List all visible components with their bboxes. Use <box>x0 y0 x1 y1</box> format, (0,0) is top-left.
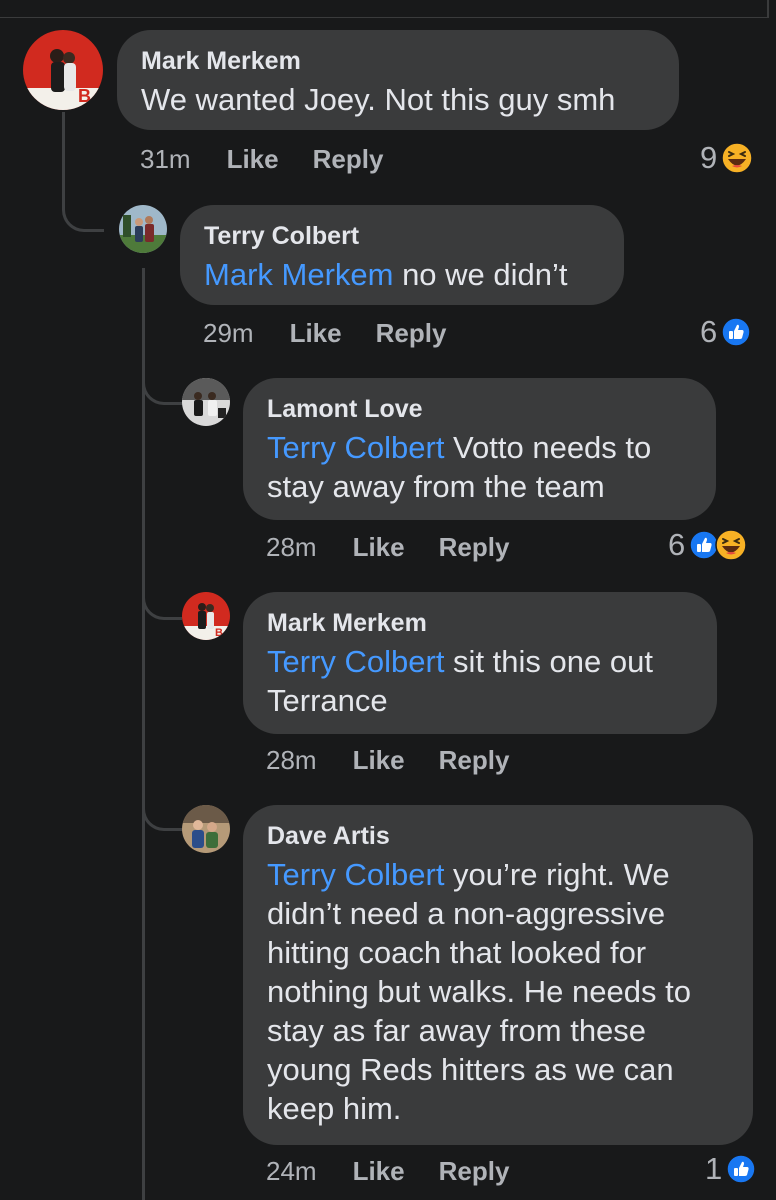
mention-link[interactable]: Terry Colbert <box>267 644 444 679</box>
svg-text:B: B <box>215 627 223 639</box>
comment-bubble: Terry Colbert Mark Merkem no we didn’t <box>180 205 624 305</box>
comment-actions: 24m Like Reply <box>266 1155 543 1187</box>
haha-icon <box>721 142 753 174</box>
comment-bubble: Lamont Love Terry Colbert Votto needs to… <box>243 378 716 520</box>
thread-connector <box>142 575 182 620</box>
comment-author[interactable]: Dave Artis <box>267 821 729 851</box>
reaction-summary[interactable]: 6 <box>700 314 751 349</box>
comment-bubble: Mark Merkem We wanted Joey. Not this guy… <box>117 30 679 130</box>
comment-text: Terry Colbert Votto needs to stay away f… <box>267 430 652 504</box>
avatar[interactable]: B <box>23 30 103 110</box>
comment-text: Terry Colbert you’re right. We didn’t ne… <box>267 857 691 1126</box>
reaction-summary[interactable]: 6 <box>668 527 747 562</box>
mention-link[interactable]: Mark Merkem <box>204 257 393 292</box>
like-button[interactable]: Like <box>290 318 342 349</box>
comment-actions: 31m Like Reply <box>140 143 417 175</box>
comment-actions: 28m Like Reply <box>266 744 543 776</box>
comment-author[interactable]: Lamont Love <box>267 394 692 424</box>
svg-text:B: B <box>78 86 91 106</box>
like-button[interactable]: Like <box>353 745 405 776</box>
thread-connector <box>142 786 182 831</box>
comment-timestamp[interactable]: 29m <box>203 318 254 349</box>
reply-button[interactable]: Reply <box>439 745 510 776</box>
comment-author[interactable]: Terry Colbert <box>204 221 600 251</box>
avatar[interactable]: B <box>182 592 230 640</box>
haha-icon <box>715 529 747 561</box>
reaction-count: 6 <box>700 314 718 349</box>
comment-bubble: Mark Merkem Terry Colbert sit this one o… <box>243 592 717 734</box>
reply-button[interactable]: Reply <box>313 144 384 175</box>
reaction-count: 6 <box>668 527 686 562</box>
comment-actions: 28m Like Reply <box>266 531 543 563</box>
avatar[interactable] <box>182 805 230 853</box>
reaction-count: 1 <box>705 1151 723 1186</box>
like-button[interactable]: Like <box>353 532 405 563</box>
comment-text: Mark Merkem no we didn’t <box>204 257 568 292</box>
divider <box>767 0 769 18</box>
comment-bubble: Dave Artis Terry Colbert you’re right. W… <box>243 805 753 1145</box>
comment-timestamp[interactable]: 24m <box>266 1156 317 1187</box>
comment-timestamp[interactable]: 28m <box>266 532 317 563</box>
like-button[interactable]: Like <box>227 144 279 175</box>
reaction-count: 9 <box>700 140 718 175</box>
avatar[interactable] <box>119 205 167 253</box>
comment-text: We wanted Joey. Not this guy smh <box>141 82 616 117</box>
reply-button[interactable]: Reply <box>439 1156 510 1187</box>
reaction-summary[interactable]: 1 <box>705 1151 756 1186</box>
comment-text: Terry Colbert sit this one out Terrance <box>267 644 653 718</box>
thread-connector <box>142 360 182 405</box>
thread-connector <box>62 185 104 232</box>
like-icon <box>726 1154 756 1184</box>
comment-author[interactable]: Mark Merkem <box>267 608 693 638</box>
avatar[interactable] <box>182 378 230 426</box>
comment-thread: B Mark Merkem We wanted Joey. Not this g… <box>0 0 776 1200</box>
thread-line <box>142 268 145 1200</box>
mention-link[interactable]: Terry Colbert <box>267 857 444 892</box>
comment-timestamp[interactable]: 31m <box>140 144 191 175</box>
like-button[interactable]: Like <box>353 1156 405 1187</box>
reply-button[interactable]: Reply <box>439 532 510 563</box>
reply-button[interactable]: Reply <box>376 318 447 349</box>
mention-link[interactable]: Terry Colbert <box>267 430 444 465</box>
reaction-summary[interactable]: 9 <box>700 140 753 175</box>
like-icon <box>721 317 751 347</box>
divider <box>0 17 768 18</box>
comment-actions: 29m Like Reply <box>203 317 480 349</box>
comment-timestamp[interactable]: 28m <box>266 745 317 776</box>
comment-author[interactable]: Mark Merkem <box>141 46 655 76</box>
